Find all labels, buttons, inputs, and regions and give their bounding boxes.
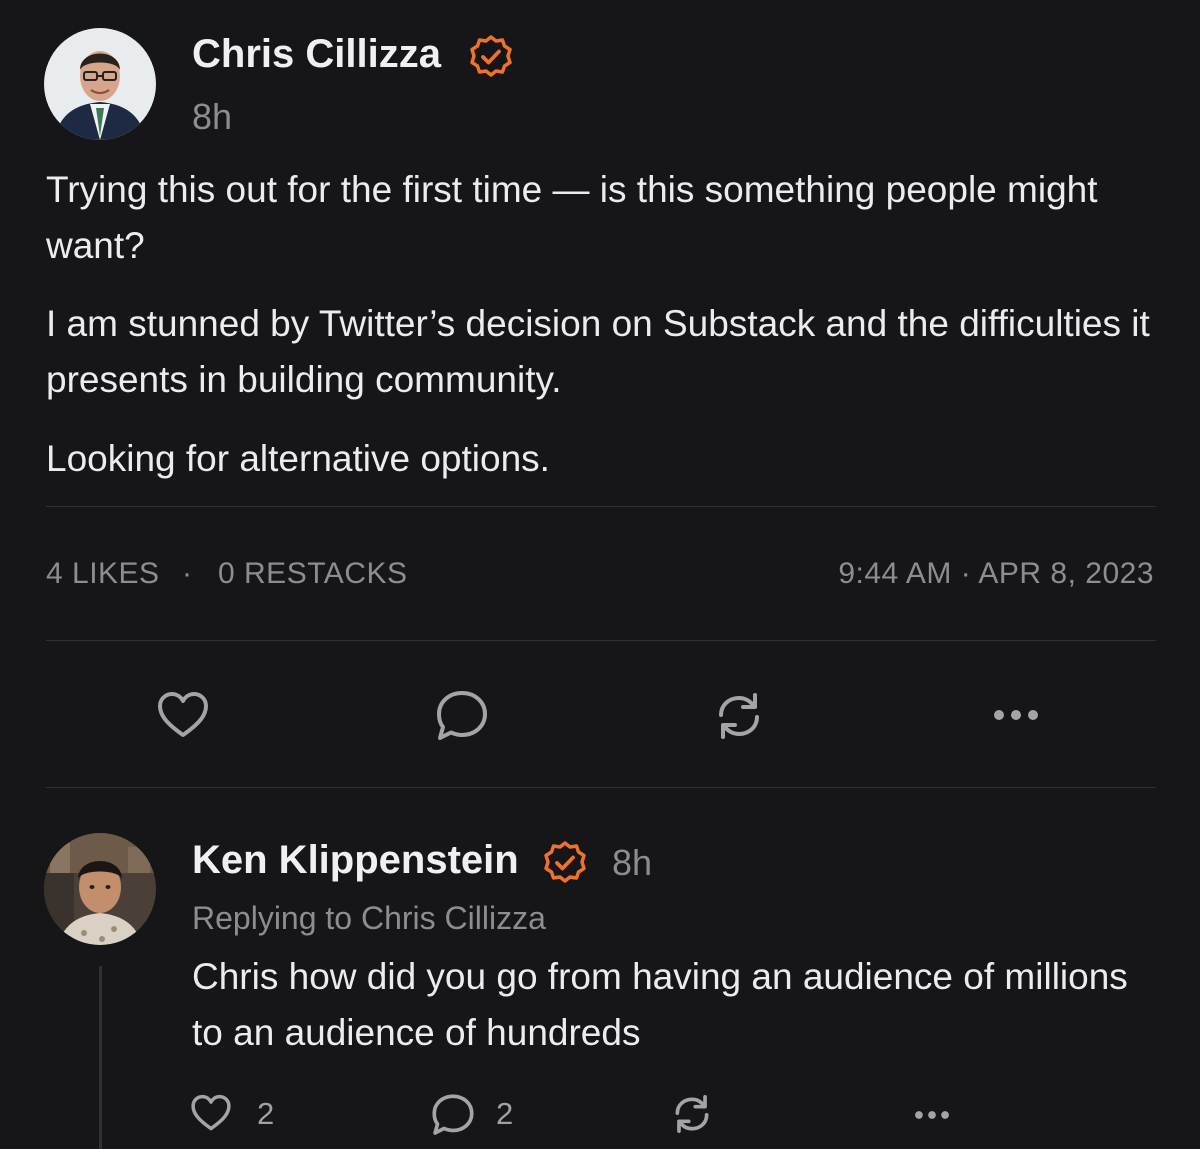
- post-timestamp: 9:44 AM · APR 8, 2023: [838, 557, 1154, 590]
- reply-author-avatar[interactable]: [44, 833, 156, 945]
- reply-time: 8h: [612, 842, 653, 883]
- replying-to-label[interactable]: Replying to Chris Cillizza: [192, 900, 546, 937]
- more-icon[interactable]: [990, 705, 1042, 725]
- reply-text: Chris how did you go from having an audi…: [192, 956, 1128, 1053]
- post-time: 8h: [192, 96, 233, 137]
- author-avatar[interactable]: [44, 28, 156, 140]
- thread-line: [99, 966, 102, 1149]
- reply-comments-count: 2: [496, 1096, 514, 1131]
- reply-author-name[interactable]: Ken Klippenstein: [192, 838, 519, 883]
- comment-icon[interactable]: [430, 1093, 476, 1137]
- heart-icon[interactable]: [156, 690, 210, 740]
- author-name[interactable]: Chris Cillizza: [192, 32, 441, 77]
- heart-icon[interactable]: [190, 1093, 232, 1133]
- post-paragraph-1: Trying this out for the first time — is …: [46, 169, 1098, 266]
- restack-icon[interactable]: [712, 689, 766, 743]
- divider: [46, 506, 1156, 507]
- reply-likes-count: 2: [257, 1096, 275, 1131]
- verified-badge-icon: [468, 34, 514, 80]
- meta-separator: ·: [182, 557, 193, 590]
- post-paragraph-3: Looking for alternative options.: [46, 438, 550, 479]
- divider: [46, 787, 1156, 788]
- likes-count[interactable]: 4 LIKES: [46, 557, 160, 591]
- restacks-count[interactable]: 0 RESTACKS: [218, 557, 408, 591]
- verified-badge-icon: [542, 840, 588, 886]
- comment-icon[interactable]: [434, 689, 490, 743]
- divider: [46, 640, 1156, 641]
- post-paragraph-2: I am stunned by Twitter’s decision on Su…: [46, 303, 1150, 400]
- more-icon[interactable]: [912, 1107, 952, 1123]
- restack-icon[interactable]: [670, 1092, 714, 1136]
